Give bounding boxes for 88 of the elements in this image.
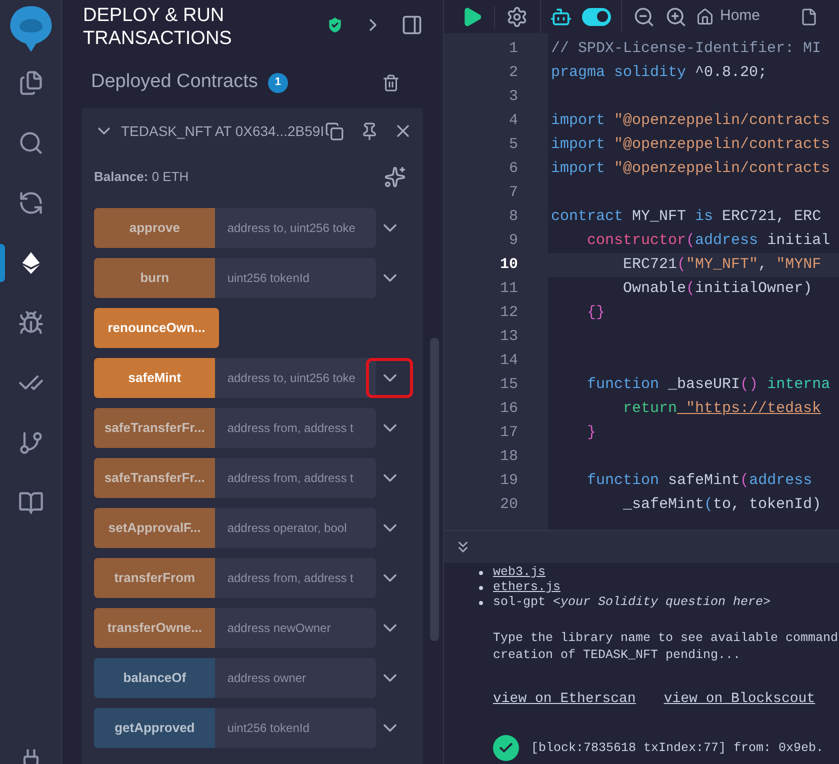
function-button[interactable]: approve	[94, 208, 216, 248]
zoom-in-icon[interactable]	[665, 6, 687, 28]
code-line: Ownable(initialOwner)	[622, 280, 812, 297]
line-number: 12	[500, 303, 518, 323]
panel-icon[interactable]	[401, 14, 423, 36]
arguments-field[interactable]: address to, uint256 toke	[215, 208, 376, 248]
code-line: import "@openzeppelin/contracts	[551, 160, 830, 177]
function-button[interactable]: getApproved	[94, 708, 216, 748]
function-button[interactable]: balanceOf	[94, 658, 216, 698]
function-button[interactable]: setApprovalF...	[94, 508, 216, 548]
arguments-field[interactable]: uint256 tokenId	[215, 258, 376, 298]
library-link[interactable]: ethers.js	[493, 580, 561, 595]
count-badge: 1	[268, 72, 288, 92]
code-line: _safeMint(to, tokenId)	[622, 496, 822, 513]
arguments-field[interactable]: address from, address t	[215, 558, 376, 598]
line-number: 6	[508, 159, 518, 179]
line-number: 5	[508, 135, 518, 155]
copy-icon[interactable]	[325, 122, 344, 140]
line-number: 7	[508, 183, 518, 203]
line-number: 8	[508, 207, 518, 227]
arguments-field[interactable]: address from, address t	[215, 408, 376, 448]
code-line: {}	[586, 304, 606, 321]
book-icon[interactable]	[18, 490, 44, 516]
sparkles-icon[interactable]	[384, 166, 406, 188]
code-line: pragma solidity ^0.8.20;	[551, 64, 768, 81]
library-item: sol-gpt <your Solidity question here>	[493, 595, 771, 610]
files-icon[interactable]	[18, 70, 44, 96]
explorer-link[interactable]: view on Blockscout	[664, 689, 816, 710]
arguments-field[interactable]: address owner	[215, 658, 376, 698]
code-line: contract MY_NFT is ERC721, ERC	[551, 208, 822, 225]
function-button[interactable]: safeMint	[94, 358, 216, 398]
arguments-field[interactable]: address to, uint256 toke	[215, 358, 376, 398]
code-line: }	[586, 424, 596, 441]
function-button[interactable]: safeTransferFr...	[94, 458, 216, 498]
section-title: Deployed Contracts	[91, 70, 258, 94]
search-icon[interactable]	[18, 130, 44, 156]
code-line: import "@openzeppelin/contracts	[551, 136, 830, 153]
line-number: 18	[500, 447, 518, 467]
function-button[interactable]: transferOwne...	[94, 608, 216, 648]
balance-text: Balance: 0 ETH	[94, 168, 189, 186]
line-number: 11	[500, 279, 518, 299]
line-number: 15	[500, 375, 518, 395]
branch-icon[interactable]	[18, 430, 44, 456]
bug-icon[interactable]	[18, 310, 44, 336]
scrollbar[interactable]	[430, 338, 439, 641]
terminal-status: creation of TEDASK_NFT pending...	[493, 647, 742, 664]
arguments-field[interactable]: address newOwner	[215, 608, 376, 648]
library-link[interactable]: web3.js	[493, 565, 546, 580]
line-number: 20	[500, 495, 518, 515]
code-line: function _baseURI() interna	[586, 376, 830, 393]
code-line: // SPDX-License-Identifier: MI	[551, 40, 822, 57]
contract-title[interactable]: TEDASK_NFT AT 0X634...2B59I	[121, 120, 324, 142]
line-number: 3	[508, 87, 518, 107]
line-number: 10	[500, 255, 518, 275]
function-button[interactable]: transferFrom	[94, 558, 216, 598]
line-number: 16	[500, 399, 518, 419]
terminal-hint: Type the library name to see available command	[493, 630, 839, 647]
trash-icon[interactable]	[382, 74, 400, 92]
toggle-switch[interactable]	[582, 8, 611, 26]
pin-icon[interactable]	[360, 122, 379, 140]
function-button[interactable]: renounceOwn...	[94, 308, 219, 348]
code-line: ERC721("MY_NFT", "MYNF	[622, 256, 822, 273]
zoom-out-icon[interactable]	[633, 6, 655, 28]
code-line: constructor(address initial	[586, 232, 830, 249]
line-number: 19	[500, 471, 518, 491]
arguments-field[interactable]: uint256 tokenId	[215, 708, 376, 748]
line-number: 1	[508, 39, 518, 59]
settings-icon[interactable]	[506, 6, 528, 28]
transaction-log: [block:7835618 txIndex:77] from: 0x9eb.	[531, 740, 824, 757]
function-button[interactable]: burn	[94, 258, 216, 298]
line-number: 14	[500, 351, 518, 371]
explorer-link[interactable]: view on Etherscan	[493, 689, 636, 710]
code-line: function safeMint(address	[586, 472, 812, 489]
line-number: 13	[500, 327, 518, 347]
arguments-field[interactable]: address from, address t	[215, 458, 376, 498]
file-icon[interactable]	[800, 8, 818, 26]
line-number: 9	[508, 231, 518, 251]
line-number: 17	[500, 423, 518, 443]
home-icon	[696, 8, 714, 26]
line-number: 2	[508, 63, 518, 83]
function-button[interactable]: safeTransferFr...	[94, 408, 216, 448]
panel-title: DEPLOY & RUN TRANSACTIONS	[83, 4, 233, 50]
code-line: import "@openzeppelin/contracts	[551, 112, 830, 129]
code-line: return "https://tedask	[622, 400, 822, 417]
home-tab[interactable]: Home	[696, 5, 760, 28]
line-number: 4	[508, 111, 518, 131]
arguments-field[interactable]: address operator, bool	[215, 508, 376, 548]
refresh-icon[interactable]	[18, 190, 44, 216]
